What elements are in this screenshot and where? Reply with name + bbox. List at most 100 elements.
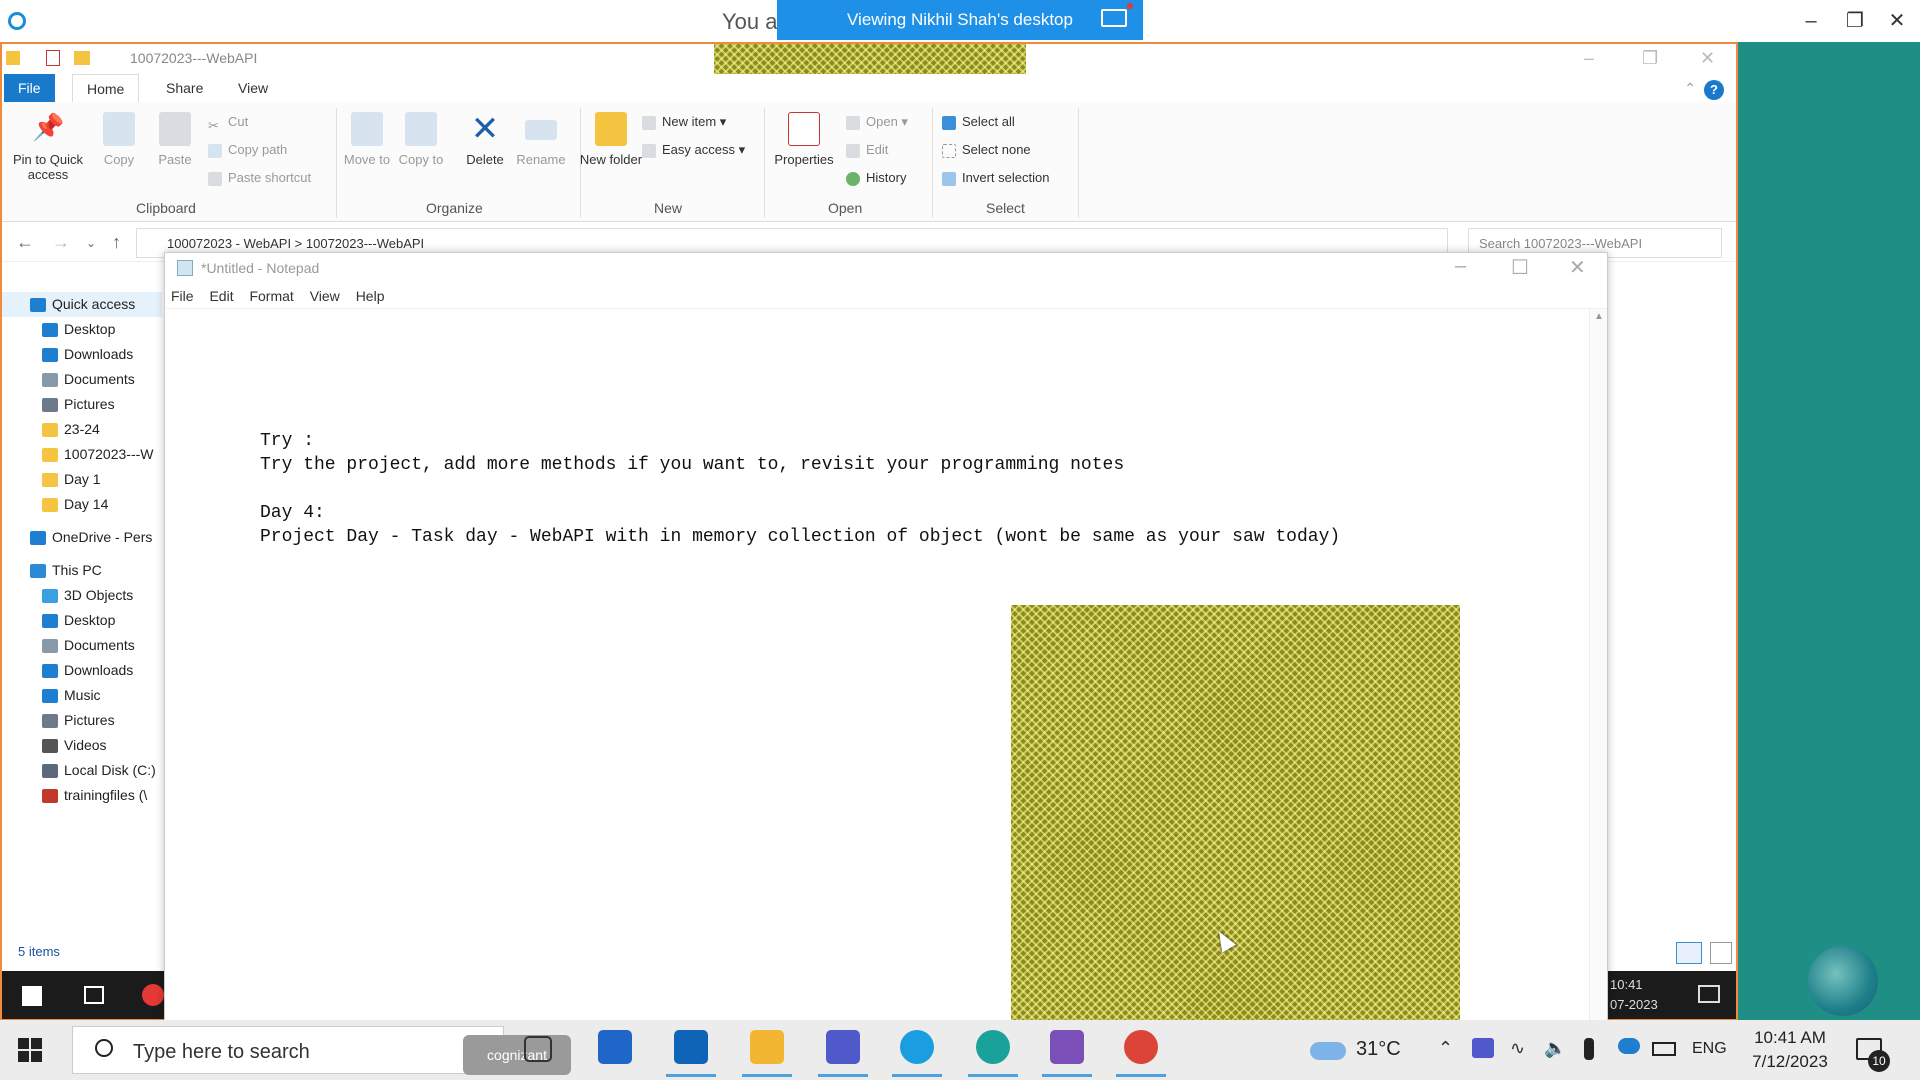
large-icons-view-icon[interactable] [1709, 942, 1732, 964]
help-icon[interactable]: ? [1704, 80, 1724, 100]
sidebar-item[interactable]: Documents [2, 633, 162, 658]
file-explorer-icon[interactable] [750, 1030, 784, 1064]
sidebar-item[interactable]: trainingfiles (\ [2, 783, 162, 808]
battery-icon[interactable] [1652, 1042, 1676, 1056]
remote-start-icon[interactable] [22, 986, 42, 1006]
sidebar-item[interactable]: OneDrive - Pers [2, 525, 162, 550]
sidebar-item[interactable]: Local Disk (C:) [2, 758, 162, 783]
select-none-button[interactable]: Select none [942, 140, 1031, 160]
viewing-banner[interactable]: Viewing Nikhil Shah's desktop [777, 0, 1143, 40]
tab-view[interactable]: View [224, 74, 282, 102]
notepad-text-area[interactable]: Try : Try the project, add more methods i… [260, 429, 1340, 549]
properties-button[interactable]: Properties [768, 112, 840, 167]
input-language[interactable]: ENG [1692, 1040, 1727, 1058]
tab-file[interactable]: File [4, 74, 55, 102]
sidebar-item[interactable]: Downloads [2, 342, 162, 367]
remote-screen-icon[interactable] [1101, 3, 1133, 27]
invert-selection-button[interactable]: Invert selection [942, 168, 1049, 188]
sidebar-item[interactable]: Day 14 [2, 492, 162, 517]
forward-arrow-icon[interactable]: → [52, 232, 70, 253]
sidebar-item[interactable]: Documents [2, 367, 162, 392]
microphone-icon[interactable] [1584, 1038, 1594, 1060]
collapse-ribbon-icon[interactable]: ⌃ [1684, 80, 1696, 97]
ribbon-separator [932, 108, 933, 218]
details-view-icon[interactable] [1676, 942, 1702, 964]
viewer-close-button[interactable]: ✕ [1882, 8, 1912, 34]
paste-shortcut-button[interactable]: Paste shortcut [208, 168, 311, 188]
remote-task-view-icon[interactable] [84, 986, 104, 1004]
remote-viewer-app-icon[interactable] [976, 1030, 1010, 1064]
sidebar-item[interactable]: Quick access [2, 292, 162, 317]
edge-icon[interactable] [900, 1030, 934, 1064]
paste-button[interactable]: Paste [140, 112, 210, 167]
select-all-button[interactable]: Select all [942, 112, 1015, 132]
teams-tray-icon[interactable] [1472, 1038, 1494, 1058]
sidebar-item[interactable]: 10072023---W [2, 442, 162, 467]
menu-file[interactable]: File [165, 283, 200, 304]
sidebar-item[interactable]: Videos [2, 733, 162, 758]
up-arrow-icon[interactable]: ↑ [112, 232, 121, 253]
start-button[interactable] [18, 1038, 42, 1062]
wifi-icon[interactable]: ∿ [1510, 1038, 1525, 1059]
notepad-minimize-button[interactable]: – [1455, 255, 1466, 278]
visual-studio-icon[interactable] [1050, 1030, 1084, 1064]
taskbar-search-box[interactable]: Type here to search cognizant [72, 1026, 571, 1075]
notepad-close-button[interactable]: ✕ [1569, 255, 1586, 280]
weather-cloud-icon[interactable] [1310, 1042, 1346, 1060]
easy-access-button[interactable]: Easy access ▾ [642, 140, 745, 160]
weather-temperature[interactable]: 31°C [1356, 1038, 1401, 1061]
new-item-button[interactable]: New item ▾ [642, 112, 726, 132]
back-arrow-icon[interactable]: ← [16, 232, 34, 253]
onedrive-tray-icon[interactable] [1618, 1038, 1640, 1054]
remote-chrome-icon[interactable] [142, 984, 164, 1006]
sidebar-item[interactable]: Music [2, 683, 162, 708]
sidebar-item[interactable]: Desktop [2, 608, 162, 633]
explorer-minimize-button[interactable]: – [1584, 48, 1594, 69]
recent-locations-chevron-icon[interactable]: ⌄ [86, 236, 96, 250]
sidebar-item[interactable]: Day 1 [2, 467, 162, 492]
new-folder-button[interactable]: New folder [576, 112, 646, 167]
floating-assistant-bubble[interactable] [1808, 946, 1878, 1016]
ribbon-tabs: File Home Share View ⌃ ? [2, 74, 1736, 102]
explorer-close-button[interactable]: ✕ [1700, 48, 1715, 69]
menu-format[interactable]: Format [243, 283, 299, 304]
copy-path-button[interactable]: Copy path [208, 140, 287, 160]
edit-button[interactable]: Edit [846, 140, 888, 160]
task-view-icon[interactable] [524, 1036, 552, 1062]
sidebar-item[interactable]: This PC [2, 558, 162, 583]
scroll-up-arrow-icon[interactable]: ▲ [1594, 311, 1604, 322]
volume-icon[interactable]: 🔈 [1544, 1038, 1566, 1059]
properties-quick-icon[interactable] [46, 50, 60, 66]
history-button[interactable]: History [846, 168, 906, 188]
sidebar-item[interactable]: 23-24 [2, 417, 162, 442]
sidebar-item[interactable]: Desktop [2, 317, 162, 342]
notepad-maximize-button[interactable]: ☐ [1511, 255, 1529, 280]
open-button[interactable]: Open ▾ [846, 112, 908, 132]
chrome-icon[interactable] [1124, 1030, 1158, 1064]
show-hidden-icons-chevron-icon[interactable]: ⌃ [1438, 1038, 1453, 1059]
sidebar-item[interactable]: Pictures [2, 392, 162, 417]
explorer-maximize-button[interactable]: ❐ [1642, 48, 1658, 69]
tab-share[interactable]: Share [152, 74, 217, 102]
taskbar-clock[interactable]: 10:41 AM 7/12/2023 [1742, 1026, 1838, 1074]
sidebar-item[interactable]: Downloads [2, 658, 162, 683]
rename-button[interactable]: Rename [506, 112, 576, 167]
menu-edit[interactable]: Edit [203, 283, 239, 304]
copy-to-button[interactable]: Copy to [386, 112, 456, 167]
new-folder-quick-icon[interactable] [74, 51, 90, 65]
outlook-icon[interactable] [674, 1030, 708, 1064]
pin-to-quick-access-button[interactable]: 📌 Pin to Quick access [8, 112, 88, 182]
menu-view[interactable]: View [304, 283, 346, 304]
viewer-minimize-button[interactable]: – [1796, 8, 1826, 34]
cut-button[interactable]: ✂ Cut [208, 112, 248, 133]
cognizant-badge[interactable]: cognizant [463, 1035, 571, 1075]
sidebar-item[interactable]: 3D Objects [2, 583, 162, 608]
notepad-vertical-scrollbar[interactable]: ▲ [1589, 309, 1607, 1021]
sidebar-item[interactable]: Pictures [2, 708, 162, 733]
teams-icon[interactable] [826, 1030, 860, 1064]
menu-help[interactable]: Help [350, 283, 391, 304]
tab-home[interactable]: Home [72, 74, 140, 102]
viewer-restore-button[interactable]: ❐ [1840, 8, 1870, 34]
microsoft-store-icon[interactable] [598, 1030, 632, 1064]
remote-notification-icon[interactable] [1698, 985, 1720, 1003]
